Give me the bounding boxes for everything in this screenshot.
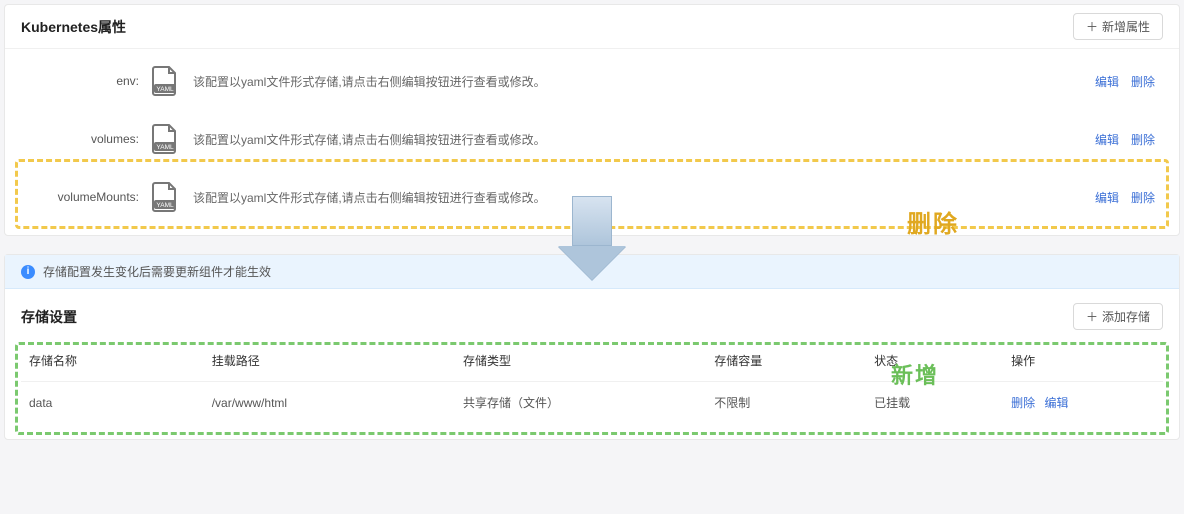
add-storage-label: 添加存储 <box>1102 308 1150 325</box>
k8s-label-env: env: <box>21 74 151 88</box>
arrow-container <box>4 244 1180 254</box>
k8s-desc-env: 该配置以yaml文件形式存储,请点击右侧编辑按钮进行查看或修改。 <box>193 73 1095 90</box>
yaml-file-icon: YAML <box>151 181 179 213</box>
svg-text:YAML: YAML <box>156 144 174 151</box>
col-status: 状态 <box>866 340 1003 382</box>
storage-alert-text: 存储配置发生变化后需要更新组件才能生效 <box>43 263 271 280</box>
k8s-card-header: Kubernetes属性 ＋ 新增属性 <box>5 5 1179 49</box>
storage-table: 存储名称 挂载路径 存储类型 存储容量 状态 操作 data /var/www/… <box>21 340 1163 423</box>
yaml-file-icon: YAML <box>151 65 179 97</box>
k8s-actions-volumemounts: 编辑 删除 <box>1095 189 1163 206</box>
row-delete-link[interactable]: 删除 <box>1011 396 1035 410</box>
cell-type: 共享存储（文件） <box>455 382 706 424</box>
col-path: 挂载路径 <box>204 340 455 382</box>
storage-title: 存储设置 <box>21 307 77 327</box>
svg-text:YAML: YAML <box>156 86 174 93</box>
col-capacity: 存储容量 <box>706 340 866 382</box>
table-row: data /var/www/html 共享存储（文件） 不限制 已挂载 删除 编… <box>21 382 1163 424</box>
add-storage-button[interactable]: ＋ 添加存储 <box>1073 303 1163 330</box>
col-actions: 操作 <box>1003 340 1163 382</box>
plus-icon: ＋ <box>1086 308 1098 325</box>
plus-icon: ＋ <box>1086 18 1098 35</box>
add-attribute-button[interactable]: ＋ 新增属性 <box>1073 13 1163 40</box>
edit-link-volumemounts[interactable]: 编辑 <box>1095 189 1119 206</box>
delete-link-volumemounts[interactable]: 删除 <box>1131 189 1155 206</box>
storage-body: 存储名称 挂载路径 存储类型 存储容量 状态 操作 data /var/www/… <box>5 340 1179 439</box>
arrow-down-icon <box>558 196 626 282</box>
k8s-row-volumes: volumes: YAML 该配置以yaml文件形式存储,请点击右侧编辑按钮进行… <box>21 107 1163 165</box>
col-type: 存储类型 <box>455 340 706 382</box>
row-edit-link[interactable]: 编辑 <box>1044 396 1068 410</box>
cell-path: /var/www/html <box>204 382 455 424</box>
info-icon: i <box>21 265 35 279</box>
k8s-label-volumes: volumes: <box>21 132 151 146</box>
cell-capacity: 不限制 <box>706 382 866 424</box>
yaml-file-icon: YAML <box>151 123 179 155</box>
edit-link-env[interactable]: 编辑 <box>1095 73 1119 90</box>
k8s-actions-volumes: 编辑 删除 <box>1095 131 1163 148</box>
col-name: 存储名称 <box>21 340 204 382</box>
k8s-desc-volumemounts: 该配置以yaml文件形式存储,请点击右侧编辑按钮进行查看或修改。 <box>193 189 1095 206</box>
delete-link-volumes[interactable]: 删除 <box>1131 131 1155 148</box>
table-header-row: 存储名称 挂载路径 存储类型 存储容量 状态 操作 <box>21 340 1163 382</box>
cell-status: 已挂载 <box>866 382 1003 424</box>
k8s-row-env: env: YAML 该配置以yaml文件形式存储,请点击右侧编辑按钮进行查看或修… <box>21 49 1163 107</box>
add-attribute-label: 新增属性 <box>1102 18 1150 35</box>
edit-link-volumes[interactable]: 编辑 <box>1095 131 1119 148</box>
cell-name: data <box>21 382 204 424</box>
delete-link-env[interactable]: 删除 <box>1131 73 1155 90</box>
k8s-desc-volumes: 该配置以yaml文件形式存储,请点击右侧编辑按钮进行查看或修改。 <box>193 131 1095 148</box>
k8s-label-volumemounts: volumeMounts: <box>21 190 151 204</box>
k8s-title: Kubernetes属性 <box>21 17 126 37</box>
k8s-actions-env: 编辑 删除 <box>1095 73 1163 90</box>
cell-actions: 删除 编辑 <box>1003 382 1163 424</box>
svg-text:YAML: YAML <box>156 202 174 209</box>
storage-header: 存储设置 ＋ 添加存储 <box>5 289 1179 340</box>
